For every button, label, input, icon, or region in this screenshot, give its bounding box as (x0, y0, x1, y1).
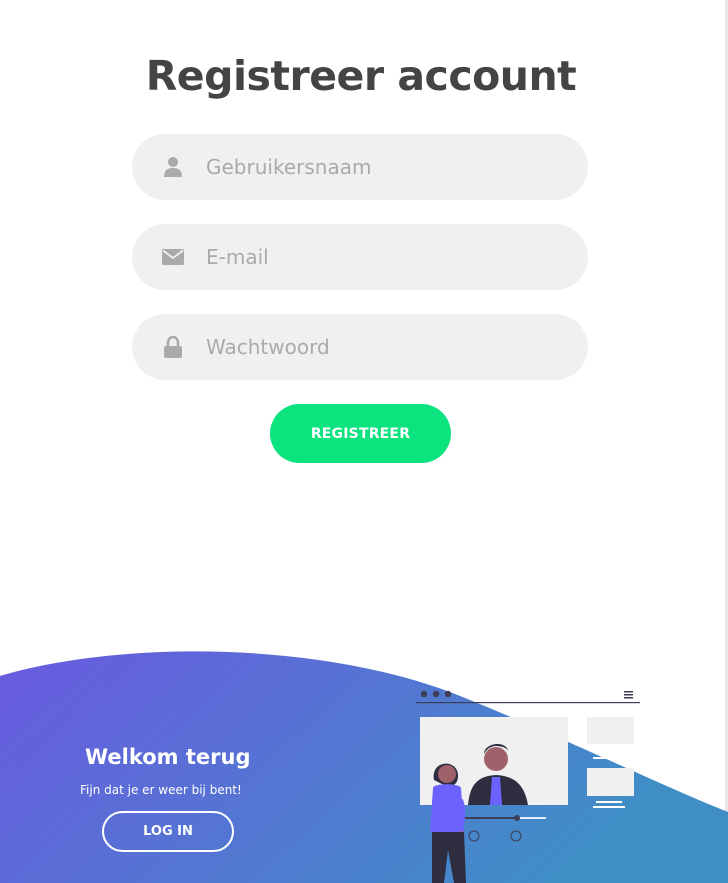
login-button[interactable]: LOG IN (102, 811, 234, 852)
welcome-subtitle: Fijn dat je er weer bij bent! (80, 783, 242, 797)
video-call-illustration (416, 690, 640, 883)
welcome-title: Welkom terug (85, 745, 251, 769)
